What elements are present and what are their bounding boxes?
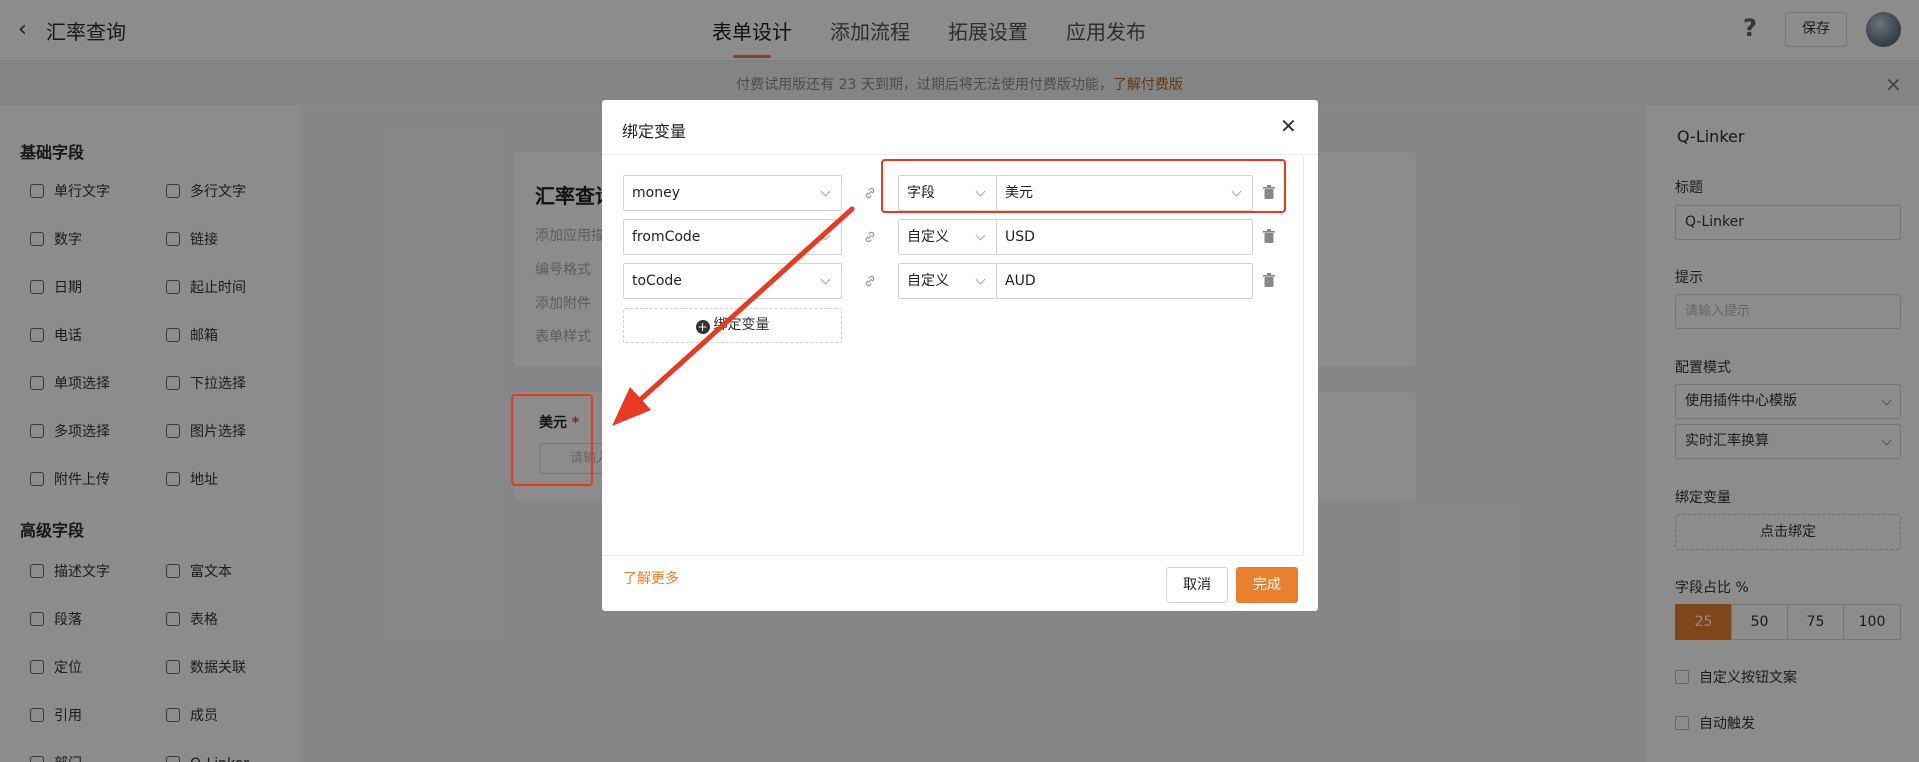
dialog-title: 绑定变量 [622,122,687,141]
value-input-2[interactable]: USD [996,219,1253,255]
variable-select-1[interactable]: money [623,175,842,211]
plus-circle-icon: + [695,320,710,334]
cancel-button[interactable]: 取消 [1166,567,1228,603]
link-icon [865,275,875,287]
annotation-highlight-binding [881,159,1286,213]
variable-select-3[interactable]: toCode [623,263,842,299]
delete-icon[interactable] [1263,273,1275,287]
dialog-header-divider [602,154,1318,155]
value-input-3[interactable]: AUD [996,263,1253,299]
delete-icon[interactable] [1263,229,1275,243]
add-variable-label: 绑定变量 [713,317,770,333]
source-type-select-2[interactable]: 自定义 [898,219,997,255]
learn-more-link[interactable]: 了解更多 [623,568,679,588]
source-type-select-3[interactable]: 自定义 [898,263,997,299]
add-variable-button[interactable]: + 绑定变量 [623,308,842,343]
dialog-scrollbar[interactable] [1303,156,1304,554]
link-icon [865,231,875,243]
link-icon [865,187,875,199]
close-icon[interactable]: ✕ [1280,114,1297,138]
dialog-footer-divider [602,555,1305,556]
variable-select-2[interactable]: fromCode [623,219,842,255]
done-button[interactable]: 完成 [1236,567,1298,603]
annotation-highlight-field [511,394,593,486]
